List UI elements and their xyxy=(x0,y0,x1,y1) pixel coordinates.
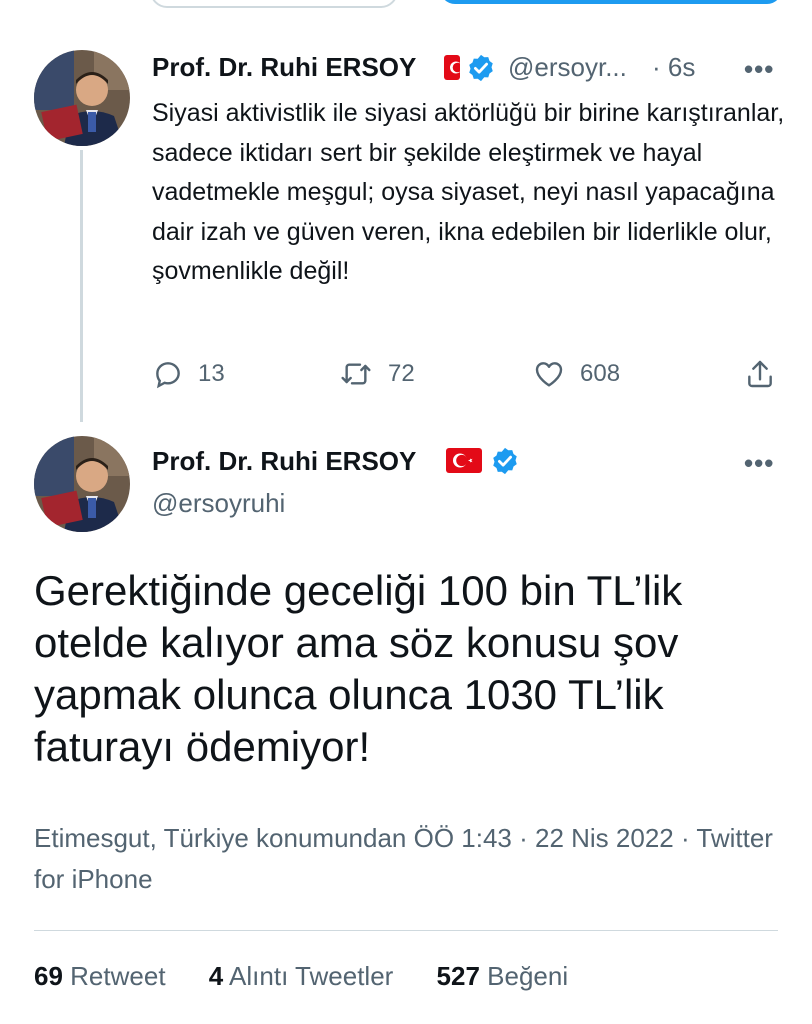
avatar[interactable] xyxy=(34,436,130,532)
retweet-label: Retweet xyxy=(70,961,166,991)
tweet-meta: Etimesgut, Türkiye konumundan ÖÖ 1:43 · … xyxy=(34,823,773,894)
quotes-stat[interactable]: 4 Alıntı Tweetler xyxy=(209,961,394,991)
retweet-button[interactable]: 72 xyxy=(338,356,415,392)
like-icon xyxy=(535,362,563,387)
tweet-text: Siyasi aktivistlik ile siyasi aktörlüğü … xyxy=(152,99,785,285)
verified-icon xyxy=(469,54,493,82)
reply-button[interactable]: 13 xyxy=(152,356,225,392)
tweet-text: Gerektiğinde geceliği 100 bin TL’lik ote… xyxy=(34,567,683,770)
like-count: 527 xyxy=(436,961,480,991)
author-name[interactable]: Prof. Dr. Ruhi ERSOY xyxy=(152,52,416,83)
retweet-count: 72 xyxy=(388,360,415,387)
engagement-stats: 69 Retweet 4 Alıntı Tweetler 527 Beğeni xyxy=(34,961,604,992)
flag-icon xyxy=(446,448,482,473)
retweets-stat[interactable]: 69 Retweet xyxy=(34,961,166,991)
top-secondary-button[interactable] xyxy=(150,0,398,8)
top-primary-button[interactable] xyxy=(440,0,782,4)
divider xyxy=(34,930,778,931)
share-icon xyxy=(748,360,772,388)
like-button[interactable]: 608 xyxy=(532,356,620,392)
share-button[interactable] xyxy=(744,356,790,392)
author-handle[interactable]: @ersoyruhi xyxy=(152,488,285,519)
more-icon[interactable]: ••• xyxy=(744,448,774,479)
author-handle[interactable]: @ersoyr... xyxy=(508,52,627,83)
like-label: Beğeni xyxy=(487,961,569,991)
verified-icon xyxy=(493,447,517,475)
like-count: 608 xyxy=(580,360,621,387)
thread-line xyxy=(80,150,83,422)
reply-count: 13 xyxy=(198,360,225,387)
quote-count: 4 xyxy=(208,961,224,991)
more-icon[interactable]: ••• xyxy=(744,54,774,85)
retweet-count: 69 xyxy=(34,961,63,991)
timestamp[interactable]: · 6s xyxy=(652,52,695,83)
flag-icon xyxy=(444,55,460,80)
likes-stat[interactable]: 527 Beğeni xyxy=(437,961,569,991)
reply-icon xyxy=(156,362,180,389)
retweet-icon xyxy=(341,363,371,385)
author-name[interactable]: Prof. Dr. Ruhi ERSOY xyxy=(152,446,416,477)
quote-label: Alıntı Tweetler xyxy=(229,961,394,991)
avatar[interactable] xyxy=(34,50,130,146)
